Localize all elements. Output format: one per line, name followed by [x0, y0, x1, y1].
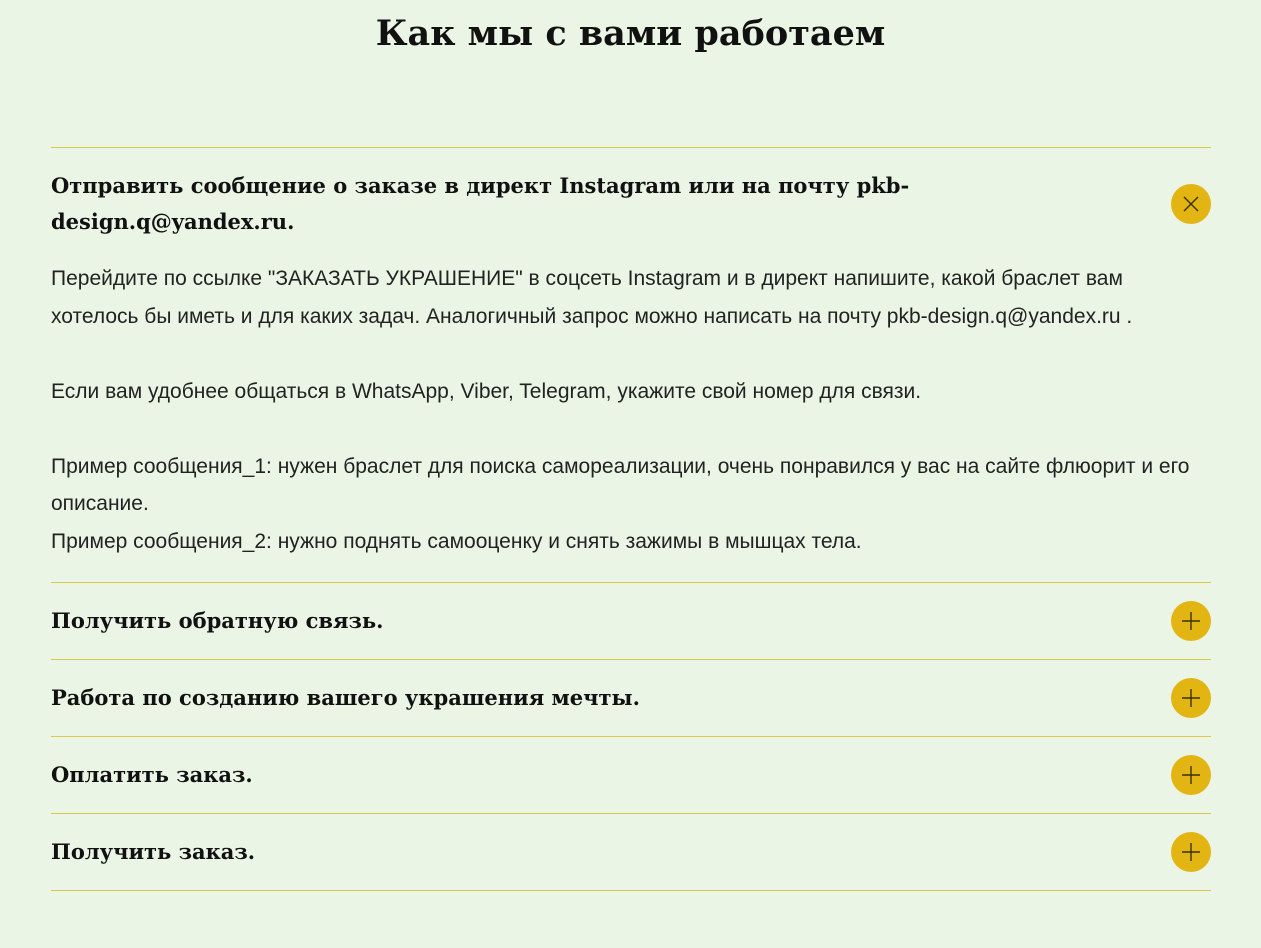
- close-icon[interactable]: [1171, 184, 1211, 224]
- accordion-item-receive: Получить заказ.: [51, 814, 1211, 891]
- accordion-header[interactable]: Получить заказ.: [51, 814, 1211, 890]
- content-paragraph: Пример сообщения_2: нужно поднять самооц…: [51, 529, 862, 553]
- accordion-header[interactable]: Отправить сообщение о заказе в директ In…: [51, 148, 1211, 260]
- plus-icon[interactable]: [1171, 832, 1211, 872]
- accordion: Отправить сообщение о заказе в директ In…: [51, 147, 1211, 891]
- accordion-header[interactable]: Работа по созданию вашего украшения мечт…: [51, 660, 1211, 736]
- plus-icon[interactable]: [1171, 601, 1211, 641]
- plus-icon[interactable]: [1171, 755, 1211, 795]
- accordion-content: Перейдите по ссылке "ЗАКАЗАТЬ УКРАШЕНИЕ"…: [51, 260, 1211, 582]
- accordion-title: Оплатить заказ.: [51, 762, 253, 787]
- content-paragraph: Перейдите по ссылке "ЗАКАЗАТЬ УКРАШЕНИЕ"…: [51, 267, 1133, 328]
- accordion-title: Получить заказ.: [51, 839, 256, 864]
- accordion-item-payment: Оплатить заказ.: [51, 737, 1211, 814]
- accordion-item-send-message: Отправить сообщение о заказе в директ In…: [51, 148, 1211, 583]
- page-title: Как мы с вами работаем: [375, 13, 886, 54]
- accordion-header[interactable]: Получить обратную связь.: [51, 583, 1211, 659]
- plus-icon[interactable]: [1171, 678, 1211, 718]
- accordion-item-feedback: Получить обратную связь.: [51, 583, 1211, 660]
- accordion-header[interactable]: Оплатить заказ.: [51, 737, 1211, 813]
- content-paragraph: Пример сообщения_1: нужен браслет для по…: [51, 454, 1190, 516]
- content-paragraph: Если вам удобнее общаться в WhatsApp, Vi…: [51, 379, 922, 403]
- accordion-title: Получить обратную связь.: [51, 608, 384, 633]
- accordion-title: Отправить сообщение о заказе в директ In…: [51, 173, 910, 234]
- accordion-title: Работа по созданию вашего украшения мечт…: [51, 685, 640, 710]
- accordion-item-creation: Работа по созданию вашего украшения мечт…: [51, 660, 1211, 737]
